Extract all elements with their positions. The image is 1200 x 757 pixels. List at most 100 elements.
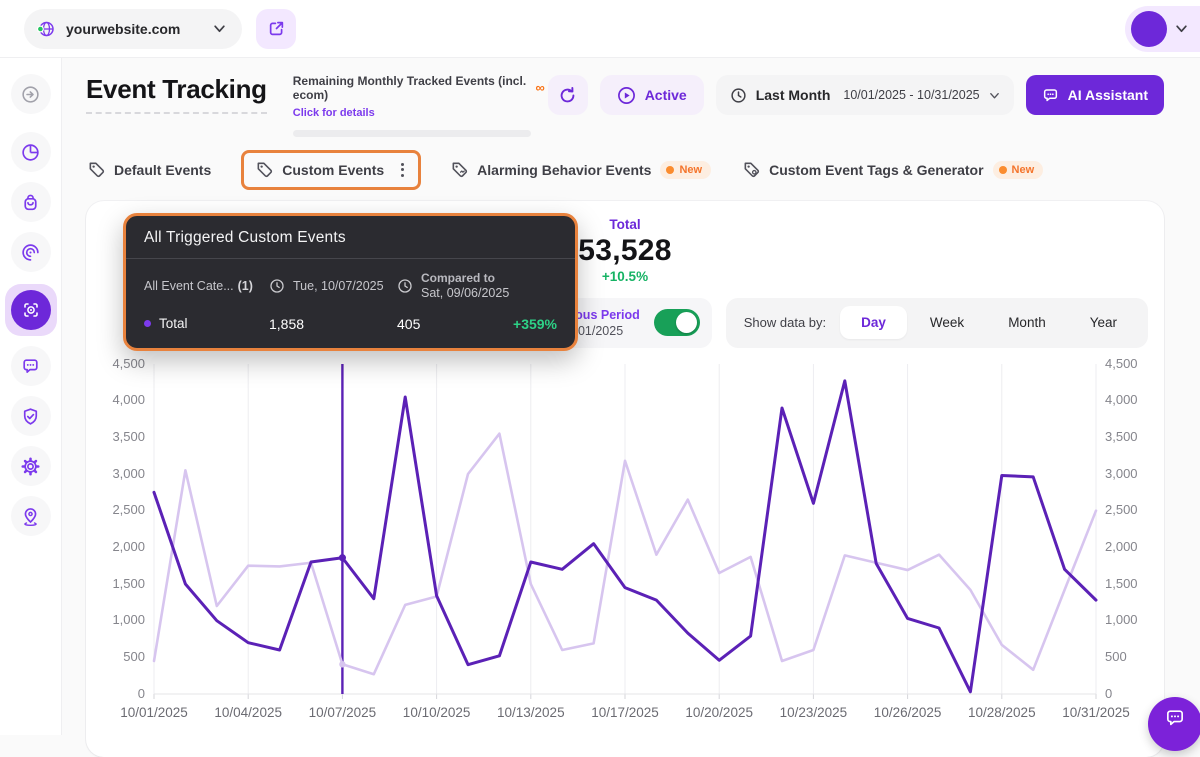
- tab-label: Custom Event Tags & Generator: [769, 162, 983, 178]
- site-name: yourwebsite.com: [66, 21, 180, 37]
- avatar: [1131, 11, 1167, 47]
- sidebar-item-settings[interactable]: [11, 446, 51, 486]
- tooltip-title: All Triggered Custom Events: [144, 229, 557, 247]
- tooltip-series: Total: [144, 316, 269, 331]
- kebab-menu-icon[interactable]: [399, 161, 406, 179]
- x-tick-label: 10/20/2025: [685, 705, 753, 720]
- new-dot-icon: [666, 166, 674, 174]
- series-dot-icon: [144, 320, 151, 327]
- sidebar-item-seo[interactable]: [11, 396, 51, 436]
- sidebar-item-dashboard[interactable]: [11, 132, 51, 172]
- sidebar: [0, 58, 62, 735]
- page-header: Event Tracking Remaining Monthly Tracked…: [86, 74, 1164, 137]
- page-title: Event Tracking: [86, 74, 267, 114]
- chart-plot[interactable]: [154, 364, 1096, 694]
- granularity-switcher: Show data by: Day Week Month Year: [726, 298, 1148, 348]
- y-axis-left: 4,5004,0003,5003,0002,5002,0001,5001,000…: [100, 364, 154, 694]
- toggle-knob: [676, 312, 697, 333]
- collapse-panel-icon: [20, 84, 41, 105]
- feedback-chat-icon: [20, 356, 41, 377]
- line-chart: 4,5004,0003,5003,0002,5002,0001,5001,000…: [100, 364, 1150, 694]
- x-tick-label: 10/01/2025: [120, 705, 188, 720]
- new-dot-icon: [999, 166, 1007, 174]
- new-badge: New: [660, 161, 711, 179]
- events-tabs: Default Events Custom Events: [86, 148, 1164, 192]
- clock-icon: [730, 87, 747, 104]
- remaining-events-widget: Remaining Monthly Tracked Events (incl. …: [293, 75, 545, 137]
- chevron-down-icon: [1175, 22, 1188, 35]
- user-menu[interactable]: [1125, 6, 1200, 52]
- event-tracking-target-icon: [11, 290, 51, 330]
- clock-icon: [397, 278, 413, 294]
- compare-toggle[interactable]: [654, 309, 700, 336]
- x-tick-label: 10/23/2025: [780, 705, 848, 720]
- refresh-button[interactable]: [548, 75, 588, 115]
- new-badge: New: [993, 161, 1044, 179]
- heatmap-spiral-icon: [20, 242, 41, 263]
- site-selector[interactable]: yourwebsite.com: [24, 9, 242, 49]
- tooltip-category: All Event Cate...(1): [144, 279, 269, 293]
- tab-custom-event-tags-generator[interactable]: Custom Event Tags & Generator New: [743, 161, 1043, 179]
- granularity-day[interactable]: Day: [840, 306, 907, 339]
- support-chat-button[interactable]: [1148, 697, 1200, 751]
- status-active-label: Active: [645, 87, 687, 103]
- period-label: Last Month: [756, 87, 831, 103]
- remaining-events-label: Remaining Monthly Tracked Events (incl. …: [293, 75, 530, 103]
- clock-icon: [269, 278, 285, 294]
- infinity-icon: ∞: [535, 80, 544, 95]
- tooltip-date: Tue, 10/07/2025: [269, 278, 397, 294]
- tab-alarming-behavior-events[interactable]: Alarming Behavior Events New: [451, 161, 711, 179]
- topbar: yourwebsite.com: [0, 0, 1200, 58]
- open-site-button[interactable]: [256, 9, 296, 49]
- dashboard-pie-icon: [20, 142, 41, 163]
- chevron-down-icon: [989, 90, 1000, 101]
- granularity-month[interactable]: Month: [987, 306, 1067, 339]
- x-tick-label: 10/28/2025: [968, 705, 1036, 720]
- sidebar-item-location[interactable]: [11, 496, 51, 536]
- ai-assistant-button[interactable]: AI Assistant: [1026, 75, 1164, 115]
- chart-tooltip: All Triggered Custom Events All Event Ca…: [123, 213, 578, 351]
- x-tick-label: 10/07/2025: [309, 705, 377, 720]
- external-link-icon: [268, 20, 285, 37]
- tooltip-current-value: 1,858: [269, 316, 397, 332]
- remaining-details-link[interactable]: Click for details: [293, 107, 375, 119]
- sidebar-item-ecommerce[interactable]: [11, 182, 51, 222]
- globe-icon: [36, 19, 56, 39]
- tab-custom-events-annotation: Custom Events: [241, 150, 421, 190]
- tag-icon: [88, 161, 105, 178]
- tab-default-events[interactable]: Default Events: [88, 161, 211, 178]
- granularity-year[interactable]: Year: [1069, 306, 1138, 339]
- sidebar-item-event-tracking[interactable]: [5, 284, 57, 336]
- play-circle-icon: [617, 86, 636, 105]
- x-tick-label: 10/31/2025: [1062, 705, 1130, 720]
- period-range: 10/01/2025 - 10/31/2025: [843, 88, 979, 102]
- sidebar-item-heatmaps[interactable]: [11, 232, 51, 272]
- sidebar-item-collapse[interactable]: [11, 74, 51, 114]
- chat-icon: [1042, 87, 1059, 104]
- tooltip-previous-value: 405: [397, 316, 513, 332]
- x-tick-label: 10/10/2025: [403, 705, 471, 720]
- chat-bubble-icon: [1164, 707, 1186, 729]
- tag-icon: [256, 161, 273, 178]
- status-active-button[interactable]: Active: [600, 75, 704, 115]
- refresh-icon: [558, 86, 577, 105]
- x-tick-label: 10/26/2025: [874, 705, 942, 720]
- tab-label: Alarming Behavior Events: [477, 162, 651, 178]
- tooltip-divider: [126, 258, 575, 259]
- tab-label: Custom Events: [282, 162, 384, 178]
- ecommerce-bag-icon: [20, 192, 41, 213]
- settings-gear-icon: [20, 456, 41, 477]
- show-data-by-label: Show data by:: [744, 315, 826, 330]
- tooltip-compared: Compared to Sat, 09/06/2025: [397, 271, 557, 302]
- y-axis-right: 4,5004,0003,5003,0002,5002,0001,5001,000…: [1096, 364, 1150, 694]
- x-axis: 10/01/202510/04/202510/07/202510/10/2025…: [154, 698, 1096, 728]
- tab-custom-events[interactable]: Custom Events: [256, 161, 384, 178]
- granularity-week[interactable]: Week: [909, 306, 985, 339]
- location-pin-icon: [20, 506, 41, 527]
- date-range-selector[interactable]: Last Month 10/01/2025 - 10/31/2025: [716, 75, 1014, 115]
- tag-alert-icon: [451, 161, 468, 178]
- tab-label: Default Events: [114, 162, 211, 178]
- x-tick-label: 10/04/2025: [214, 705, 282, 720]
- sidebar-item-feedback[interactable]: [11, 346, 51, 386]
- seo-shield-icon: [20, 406, 41, 427]
